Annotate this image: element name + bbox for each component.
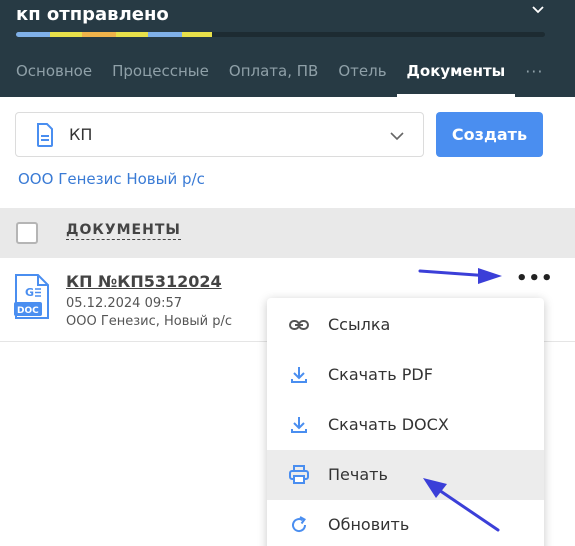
select-all-checkbox[interactable] xyxy=(16,222,38,244)
tab-basic[interactable]: Основное xyxy=(16,62,92,97)
create-document-button[interactable]: Создать xyxy=(436,112,543,157)
menu-item-label: Скачать DOCX xyxy=(328,415,449,434)
progress-segment xyxy=(50,32,82,37)
deal-progress-bar xyxy=(16,32,545,37)
menu-item-label: Обновить xyxy=(328,515,410,534)
link-icon xyxy=(289,320,309,330)
tab-hotel[interactable]: Отель xyxy=(338,62,386,97)
company-link[interactable]: ООО Генезис Новый р/с xyxy=(18,170,205,188)
menu-item-print[interactable]: Печать xyxy=(267,450,544,500)
chevron-down-icon[interactable] xyxy=(530,2,546,18)
progress-segment xyxy=(116,32,148,37)
progress-segment xyxy=(148,32,182,37)
document-company: ООО Генезис, Новый р/с xyxy=(66,314,233,329)
selected-template: КП xyxy=(69,125,93,144)
progress-segment xyxy=(82,32,116,37)
tabs-more-button[interactable]: ··· xyxy=(525,62,543,97)
menu-item-label: Ссылка xyxy=(328,315,391,334)
tab-payment[interactable]: Оплата, ПВ xyxy=(229,62,318,97)
tab-process[interactable]: Процессные xyxy=(112,62,209,97)
tab-documents[interactable]: Документы xyxy=(396,62,515,97)
progress-segment xyxy=(182,32,212,37)
document-icon xyxy=(37,123,53,147)
menu-item-download-pdf[interactable]: Скачать PDF xyxy=(267,350,544,400)
google-doc-file-icon: G DOC xyxy=(14,274,49,319)
deal-tabs: Основное Процессные Оплата, ПВ Отель Док… xyxy=(16,62,563,97)
menu-item-download-docx[interactable]: Скачать DOCX xyxy=(267,400,544,450)
deal-header: кп отправлено Основное Процессные Оплата… xyxy=(0,0,575,97)
document-date: 05.12.2024 09:57 xyxy=(66,296,183,311)
file-badge: DOC xyxy=(17,306,39,316)
svg-text:G: G xyxy=(25,286,34,299)
documents-table-header: ДОКУМЕНТЫ xyxy=(0,208,575,258)
refresh-icon xyxy=(292,516,307,533)
download-icon xyxy=(291,367,307,383)
menu-item-label: Скачать PDF xyxy=(328,365,433,384)
menu-item-refresh[interactable]: Обновить xyxy=(267,500,544,546)
document-actions-menu: Ссылка Скачать PDF Скачать DOCX Печать О… xyxy=(267,298,544,546)
download-icon xyxy=(291,417,307,433)
documents-column-title[interactable]: ДОКУМЕНТЫ xyxy=(66,222,181,240)
printer-icon xyxy=(289,465,309,484)
menu-item-label: Печать xyxy=(328,465,388,484)
document-name-link[interactable]: КП №КП5312024 xyxy=(66,272,222,291)
progress-segment xyxy=(16,32,50,37)
more-actions-button[interactable]: ••• xyxy=(516,270,553,294)
menu-item-link[interactable]: Ссылка xyxy=(267,300,544,350)
chevron-down-icon xyxy=(390,132,404,141)
deal-status-title: кп отправлено xyxy=(16,4,169,25)
document-template-select[interactable]: КП xyxy=(15,112,424,157)
